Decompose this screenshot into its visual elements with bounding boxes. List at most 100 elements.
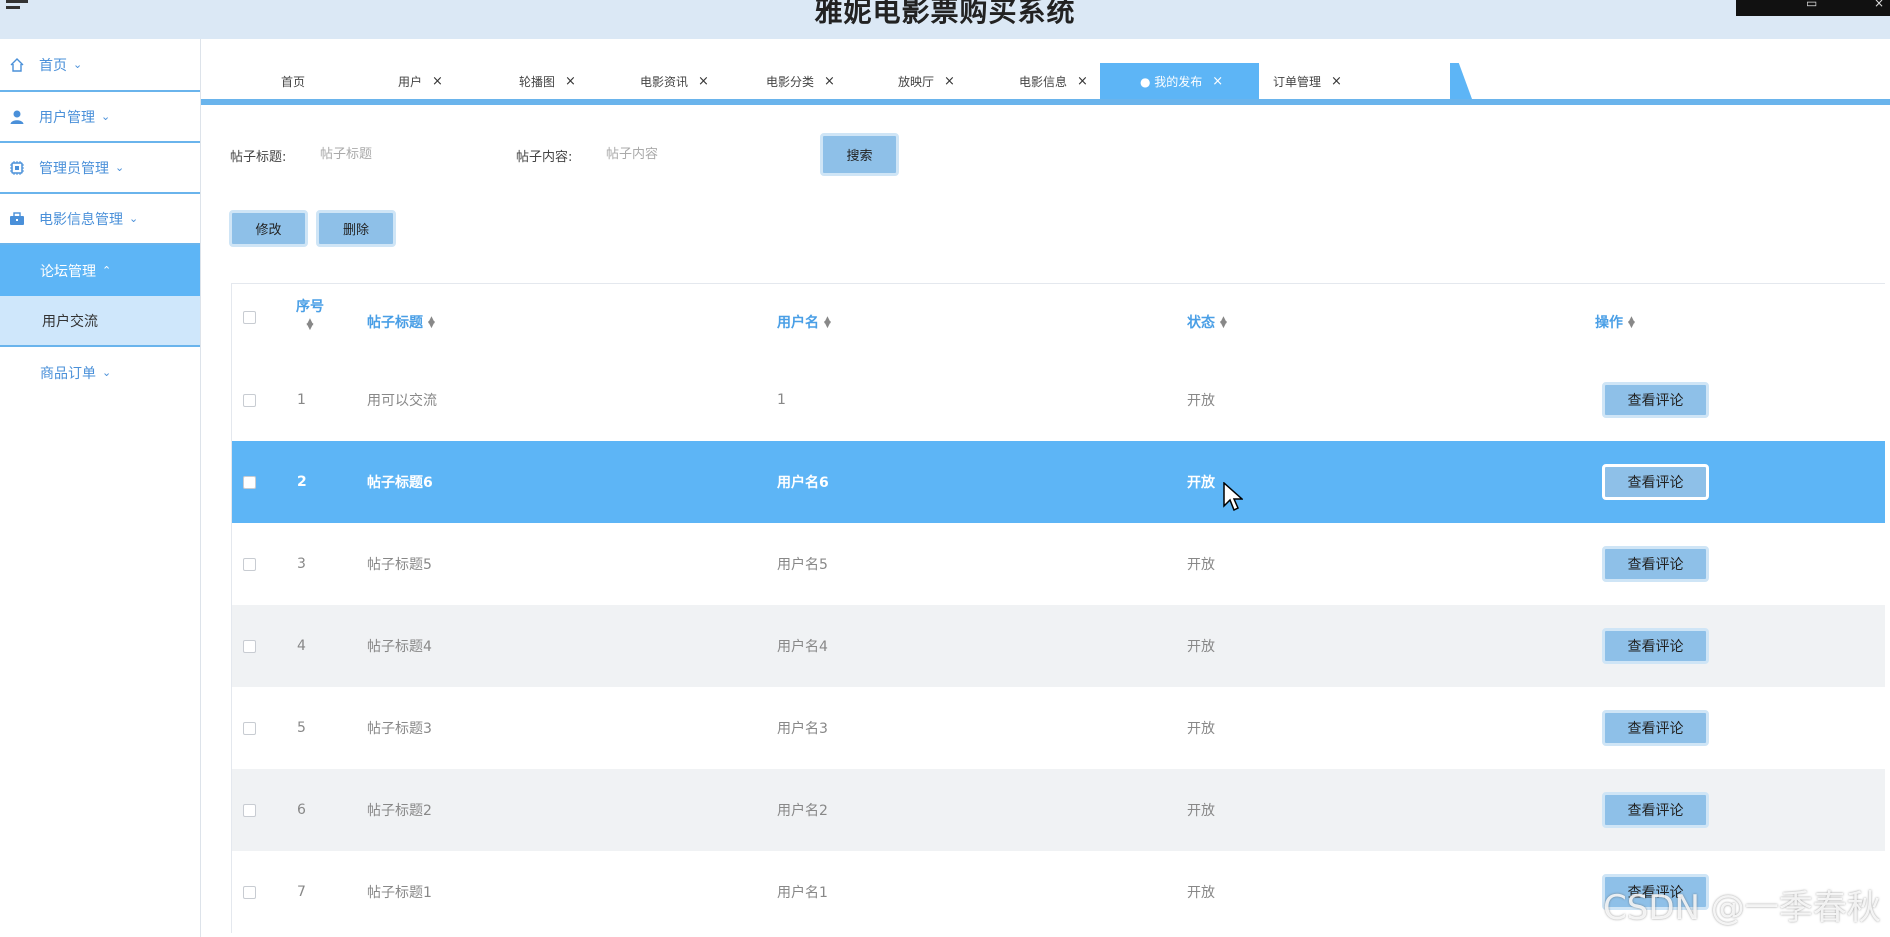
sidebar-item-users[interactable]: 用户管理 ⌄: [0, 92, 200, 143]
row-index: 7: [297, 884, 306, 900]
row-status: 开放: [1187, 475, 1215, 491]
table-row[interactable]: 2 帖子标题6 用户名6 开放 查看评论: [232, 441, 1885, 523]
view-comments-button[interactable]: 查看评论: [1602, 792, 1709, 828]
close-icon[interactable]: ×: [1874, 0, 1884, 10]
mouse-cursor-icon: [1223, 482, 1243, 512]
close-icon[interactable]: ×: [944, 74, 955, 89]
header-operation[interactable]: 操作 ▲ ▼: [1595, 312, 1635, 332]
sidebar-item-home[interactable]: 首页 ⌄: [0, 39, 200, 92]
sidebar-item-label: 电影信息管理: [39, 211, 123, 228]
sidebar-item-orders[interactable]: 商品订单 ⌄: [0, 347, 200, 398]
sort-icon[interactable]: ▲ ▼: [307, 318, 314, 332]
row-status: 开放: [1187, 639, 1215, 655]
header-index[interactable]: 序号 ▲ ▼: [296, 298, 324, 334]
row-username: 用户名6: [777, 475, 829, 491]
tab-movie-info[interactable]: 电影信息 ×: [1019, 64, 1088, 99]
close-icon[interactable]: ×: [1331, 74, 1342, 89]
sidebar-subitem-user-exchange[interactable]: 用户交流: [0, 296, 200, 347]
view-comments-button[interactable]: 查看评论: [1602, 464, 1709, 500]
title-search-input[interactable]: [320, 139, 470, 169]
sidebar-item-label: 论坛管理: [40, 263, 96, 280]
row-title: 帖子标题3: [367, 721, 432, 737]
home-icon: [8, 56, 26, 74]
delete-button[interactable]: 删除: [316, 210, 396, 247]
sort-icon[interactable]: ▲ ▼: [824, 316, 831, 330]
header-username[interactable]: 用户名 ▲ ▼: [777, 312, 831, 332]
restore-icon[interactable]: ▭: [1806, 0, 1817, 10]
header-label: 序号: [296, 299, 324, 315]
tab-label: 电影分类: [766, 75, 815, 89]
header-label: 操作: [1595, 315, 1623, 331]
tab-movie-news[interactable]: 电影资讯 ×: [640, 64, 709, 99]
row-checkbox[interactable]: [243, 803, 256, 817]
header-label: 状态: [1187, 315, 1215, 331]
tab-home[interactable]: 首页: [281, 64, 305, 99]
row-username: 1: [777, 392, 786, 408]
sidebar-item-forum[interactable]: 论坛管理 ⌃: [0, 245, 200, 296]
row-checkbox[interactable]: [243, 885, 256, 899]
close-icon[interactable]: ×: [824, 74, 835, 89]
sort-icon[interactable]: ▲ ▼: [1220, 316, 1227, 330]
table-row[interactable]: 5 帖子标题3 用户名3 开放 查看评论: [232, 687, 1885, 769]
row-status: 开放: [1187, 803, 1215, 819]
chevron-down-icon: ⌄: [73, 58, 83, 71]
tab-my-posts[interactable]: ● 我的发布 ×: [1100, 63, 1260, 99]
cpu-icon: [8, 159, 26, 177]
search-button[interactable]: 搜索: [820, 133, 899, 176]
row-status: 开放: [1187, 557, 1215, 573]
chevron-down-icon: ⌄: [129, 212, 139, 225]
table-row[interactable]: 4 帖子标题4 用户名4 开放 查看评论: [232, 605, 1885, 687]
row-username: 用户名4: [777, 639, 828, 655]
top-header: 雅妮电影票购买系统 ▭ ×: [0, 0, 1890, 39]
view-comments-button[interactable]: 查看评论: [1602, 710, 1709, 746]
chevron-up-icon: ⌃: [102, 264, 112, 277]
tab-movie-category[interactable]: 电影分类 ×: [766, 64, 835, 99]
content-search-input[interactable]: [606, 139, 756, 169]
row-checkbox[interactable]: [243, 475, 256, 489]
edit-button[interactable]: 修改: [229, 210, 308, 247]
row-index: 3: [297, 556, 306, 572]
sidebar-item-label: 首页: [39, 57, 67, 74]
row-username: 用户名1: [777, 885, 828, 901]
sort-icon[interactable]: ▲ ▼: [428, 316, 435, 330]
close-icon[interactable]: ×: [698, 74, 709, 89]
tab-theater[interactable]: 放映厅 ×: [898, 64, 955, 99]
row-index: 4: [297, 638, 306, 654]
close-icon[interactable]: ×: [565, 74, 576, 89]
chevron-down-icon: ⌄: [115, 161, 125, 174]
table-row[interactable]: 1 用可以交流 1 开放 查看评论: [232, 359, 1885, 441]
row-checkbox[interactable]: [243, 639, 256, 653]
content-search-label: 帖子内容:: [516, 150, 573, 165]
close-icon[interactable]: ×: [432, 74, 443, 89]
table-row[interactable]: 6 帖子标题2 用户名2 开放 查看评论: [232, 769, 1885, 851]
close-icon[interactable]: ×: [1212, 74, 1223, 89]
tab-label: 首页: [281, 75, 306, 89]
row-username: 用户名2: [777, 803, 828, 819]
view-comments-button[interactable]: 查看评论: [1602, 382, 1709, 418]
sort-icon[interactable]: ▲ ▼: [1628, 316, 1635, 330]
row-checkbox[interactable]: [243, 557, 256, 571]
chevron-down-icon: ⌄: [102, 366, 112, 379]
sidebar-item-admins[interactable]: 管理员管理 ⌄: [0, 143, 200, 194]
row-status: 开放: [1187, 885, 1215, 901]
row-status: 开放: [1187, 393, 1215, 409]
header-title[interactable]: 帖子标题 ▲ ▼: [367, 312, 435, 332]
row-title: 用可以交流: [367, 393, 437, 409]
table-row[interactable]: 3 帖子标题5 用户名5 开放 查看评论: [232, 523, 1885, 605]
tab-users[interactable]: 用户 ×: [398, 64, 443, 99]
header-status[interactable]: 状态 ▲ ▼: [1187, 312, 1227, 332]
row-checkbox[interactable]: [243, 393, 256, 407]
view-comments-button[interactable]: 查看评论: [1602, 546, 1709, 582]
view-comments-button[interactable]: 查看评论: [1602, 628, 1709, 664]
row-index: 6: [297, 802, 306, 818]
select-all-checkbox[interactable]: [243, 311, 256, 324]
row-index: 1: [297, 392, 306, 408]
sidebar-item-movies[interactable]: 电影信息管理 ⌄: [0, 194, 200, 245]
tab-carousel[interactable]: 轮播图 ×: [519, 64, 576, 99]
row-index: 5: [297, 720, 306, 736]
row-username: 用户名5: [777, 557, 828, 573]
row-status: 开放: [1187, 721, 1215, 737]
row-checkbox[interactable]: [243, 721, 256, 735]
close-icon[interactable]: ×: [1077, 74, 1088, 89]
tab-order-management[interactable]: 订单管理 ×: [1273, 64, 1342, 99]
